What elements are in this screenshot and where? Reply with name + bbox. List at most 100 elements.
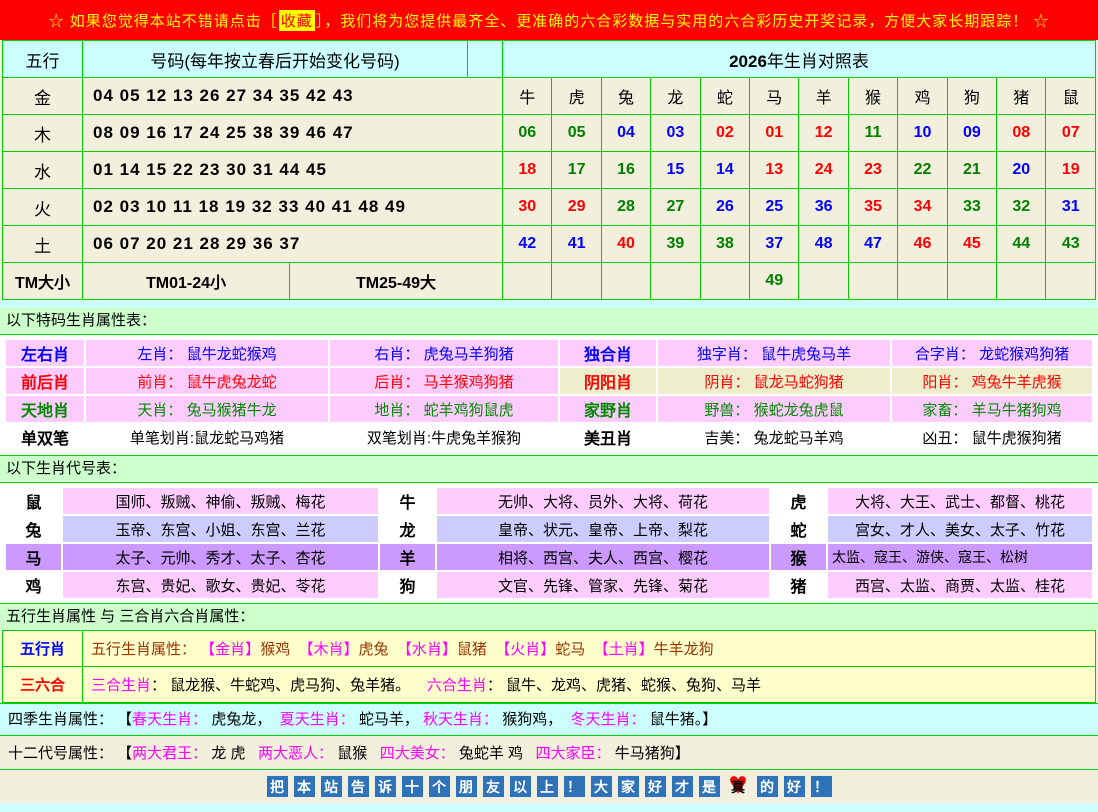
code-names-cell: 太子、元帅、秀才、太子、杏花 — [63, 544, 378, 570]
wuxing-row: 三六合三合生肖： 鼠龙猴、牛蛇鸡、虎马狗、兔羊猪。 六合生肖： 鼠牛、龙鸡、虎猪… — [3, 667, 1096, 703]
tm-small-label: TM01-24小 — [83, 263, 290, 300]
tm-zodiac-cell — [848, 263, 897, 300]
zodiac-animal-cell: 羊 — [799, 78, 848, 115]
zodiac-year-number: 2026 — [729, 52, 767, 71]
code-zodiac-cell: 马 — [6, 544, 61, 570]
attribute-label-cell: 美丑肖 — [560, 424, 656, 450]
element-label: 水 — [3, 152, 83, 189]
attribute-label-cell: 阴阳肖 — [560, 368, 656, 394]
text-segment: 两大君王： — [132, 745, 211, 762]
tm-zodiac-cell — [997, 263, 1046, 300]
zodiac-year-label: 年生肖对照表 — [767, 52, 869, 71]
zodiac-number-cell: 01 — [750, 115, 799, 152]
zodiac-number-cell: 14 — [700, 152, 749, 189]
favorite-link[interactable]: 收藏 — [279, 10, 315, 31]
attribute-row: 天地肖天肖： 兔马猴猪牛龙地肖： 蛇羊鸡狗鼠虎家野肖野兽： 猴蛇龙兔虎鼠家畜： … — [6, 396, 1092, 422]
attribute-value-cell: 天肖： 兔马猴猪牛龙 — [86, 396, 328, 422]
zodiac-number-cell: 08 — [997, 115, 1046, 152]
wuxing-row-label: 三六合 — [3, 667, 83, 703]
zodiac-number-cell: 22 — [898, 152, 947, 189]
text-segment: 兔蛇羊 鸡 — [459, 745, 536, 762]
tm-size-label: TM大小 — [3, 263, 83, 300]
zodiac-number-cell: 45 — [947, 226, 996, 263]
text-segment: 龙 虎 — [211, 745, 258, 762]
code-row: 鼠国师、叛贼、神偷、叛贼、梅花牛无帅、大将、员外、大将、荷花虎大将、大王、武士、… — [6, 488, 1092, 514]
element-label: 火 — [3, 189, 83, 226]
zodiac-number-cell: 10 — [898, 115, 947, 152]
element-numbers: 04 05 12 13 26 27 34 35 42 43 — [83, 78, 503, 115]
top-banner: ☆ 如果您觉得本站不错请点击［收藏］，我们将为您提供最齐全、更准确的六合彩数据与… — [0, 0, 1098, 40]
element-label: 木 — [3, 115, 83, 152]
element-numbers: 02 03 10 11 18 19 32 33 40 41 48 49 — [83, 189, 503, 226]
friend-bar-box: 诉 — [374, 775, 397, 798]
text-segment: 四大美女： — [380, 745, 459, 762]
text-segment: 秋天生肖： — [423, 711, 502, 728]
friend-bar-box: 友 — [482, 775, 505, 798]
attribute-row: 前后肖前肖： 鼠牛虎兔龙蛇后肖： 马羊猴鸡狗猪阴阳肖阴肖： 鼠龙马蛇狗猪阳肖： … — [6, 368, 1092, 394]
main-table-header-row: 五行号码(每年按立春后开始变化号码)2026年生肖对照表 — [3, 41, 1096, 78]
five-elements-zodiac-table: 五行号码(每年按立春后开始变化号码)2026年生肖对照表金04 05 12 13… — [2, 40, 1096, 300]
zodiac-number-cell: 40 — [601, 226, 650, 263]
zodiac-number-cell: 07 — [1046, 115, 1096, 152]
attribute-label-cell: 单双笔 — [6, 424, 84, 450]
zodiac-number-cell: 27 — [651, 189, 700, 226]
text-segment: ： 鼠龙猴、牛蛇鸡、虎马狗、兔羊猪。 — [151, 677, 427, 694]
zodiac-animal-cell: 虎 — [552, 78, 601, 115]
zodiac-number-cell: 03 — [651, 115, 700, 152]
attribute-value-cell: 地肖： 蛇羊鸡狗鼠虎 — [330, 396, 558, 422]
zodiac-number-cell: 26 — [700, 189, 749, 226]
zodiac-number-cell: 19 — [1046, 152, 1096, 189]
friend-bar-box: 是 — [698, 775, 721, 798]
friend-bar-box: ！ — [810, 775, 833, 798]
text-segment: 牛羊龙狗 — [654, 641, 714, 658]
friend-bar-box: 十 — [401, 775, 424, 798]
text-segment: 两大恶人： — [258, 745, 337, 762]
friend-bar-box: 告 — [347, 775, 370, 798]
zodiac-number-cell: 30 — [503, 189, 552, 226]
tm-zodiac-cell — [601, 263, 650, 300]
tm-zodiac-cell — [503, 263, 552, 300]
tm-zodiac-cell — [799, 263, 848, 300]
code-names-cell: 相将、西宫、夫人、西宫、樱花 — [437, 544, 769, 570]
attribute-value-cell: 独字肖： 鼠牛虎兔马羊 — [658, 340, 890, 366]
attribute-value-cell: 后肖： 马羊猴鸡狗猪 — [330, 368, 558, 394]
friend-bar-box: 大 — [590, 775, 613, 798]
section-title-wuxing: 五行生肖属性 与 三合肖六合肖属性： — [0, 604, 1098, 630]
friend-bar-box: 的 — [756, 775, 779, 798]
section-title-codes: 以下生肖代号表： — [0, 456, 1098, 482]
banner-text-after: ］，我们将为您提供最齐全、更准确的六合彩数据与实用的六合彩历史开奖记录，方便大家… — [316, 10, 1050, 31]
zodiac-animal-cell: 鼠 — [1046, 78, 1096, 115]
code-names-cell: 皇帝、状元、皇帝、上帝、梨花 — [437, 516, 769, 542]
element-label: 金 — [3, 78, 83, 115]
zodiac-number-cell: 04 — [601, 115, 650, 152]
attribute-value-cell: 前肖： 鼠牛虎兔龙蛇 — [86, 368, 328, 394]
element-row: 火02 03 10 11 18 19 32 33 40 41 48 493029… — [3, 189, 1096, 226]
zodiac-number-cell: 44 — [997, 226, 1046, 263]
zodiac-number-cell: 35 — [848, 189, 897, 226]
element-numbers: 06 07 20 21 28 29 36 37 — [83, 226, 503, 263]
text-segment: 牛马猪狗】 — [615, 745, 690, 762]
zodiac-number-cell: 39 — [651, 226, 700, 263]
tm-zodiac-cell — [700, 263, 749, 300]
friend-bar-box: 好 — [783, 775, 806, 798]
zodiac-number-cell: 33 — [947, 189, 996, 226]
header-zodiac-year: 2026年生肖对照表 — [503, 41, 1096, 78]
text-segment: 五行生肖属性： — [91, 641, 200, 658]
zodiac-number-cell: 15 — [651, 152, 700, 189]
zodiac-number-cell: 06 — [503, 115, 552, 152]
attribute-label-cell: 左右肖 — [6, 340, 84, 366]
tm-zodiac-cell — [1046, 263, 1096, 300]
attribute-value-cell: 合字肖： 龙蛇猴鸡狗猪 — [892, 340, 1092, 366]
zodiac-number-cell: 29 — [552, 189, 601, 226]
element-row: 木08 09 16 17 24 25 38 39 46 470605040302… — [3, 115, 1096, 152]
attribute-row: 单双笔单笔划肖:鼠龙蛇马鸡猪双笔划肖:牛虎兔羊猴狗美丑肖吉美： 兔龙蛇马羊鸡凶丑… — [6, 424, 1092, 450]
zodiac-number-cell: 34 — [898, 189, 947, 226]
zodiac-animal-cell: 猪 — [997, 78, 1046, 115]
code-zodiac-cell: 兔 — [6, 516, 61, 542]
text-segment: 【金肖】 — [200, 641, 260, 658]
zodiac-animal-cell: 牛 — [503, 78, 552, 115]
separator-strip — [0, 300, 1098, 308]
code-names-cell: 玉帝、东宫、小姐、东宫、兰花 — [63, 516, 378, 542]
zodiac-number-cell: 48 — [799, 226, 848, 263]
attribute-value-cell: 阳肖： 鸡兔牛羊虎猴 — [892, 368, 1092, 394]
